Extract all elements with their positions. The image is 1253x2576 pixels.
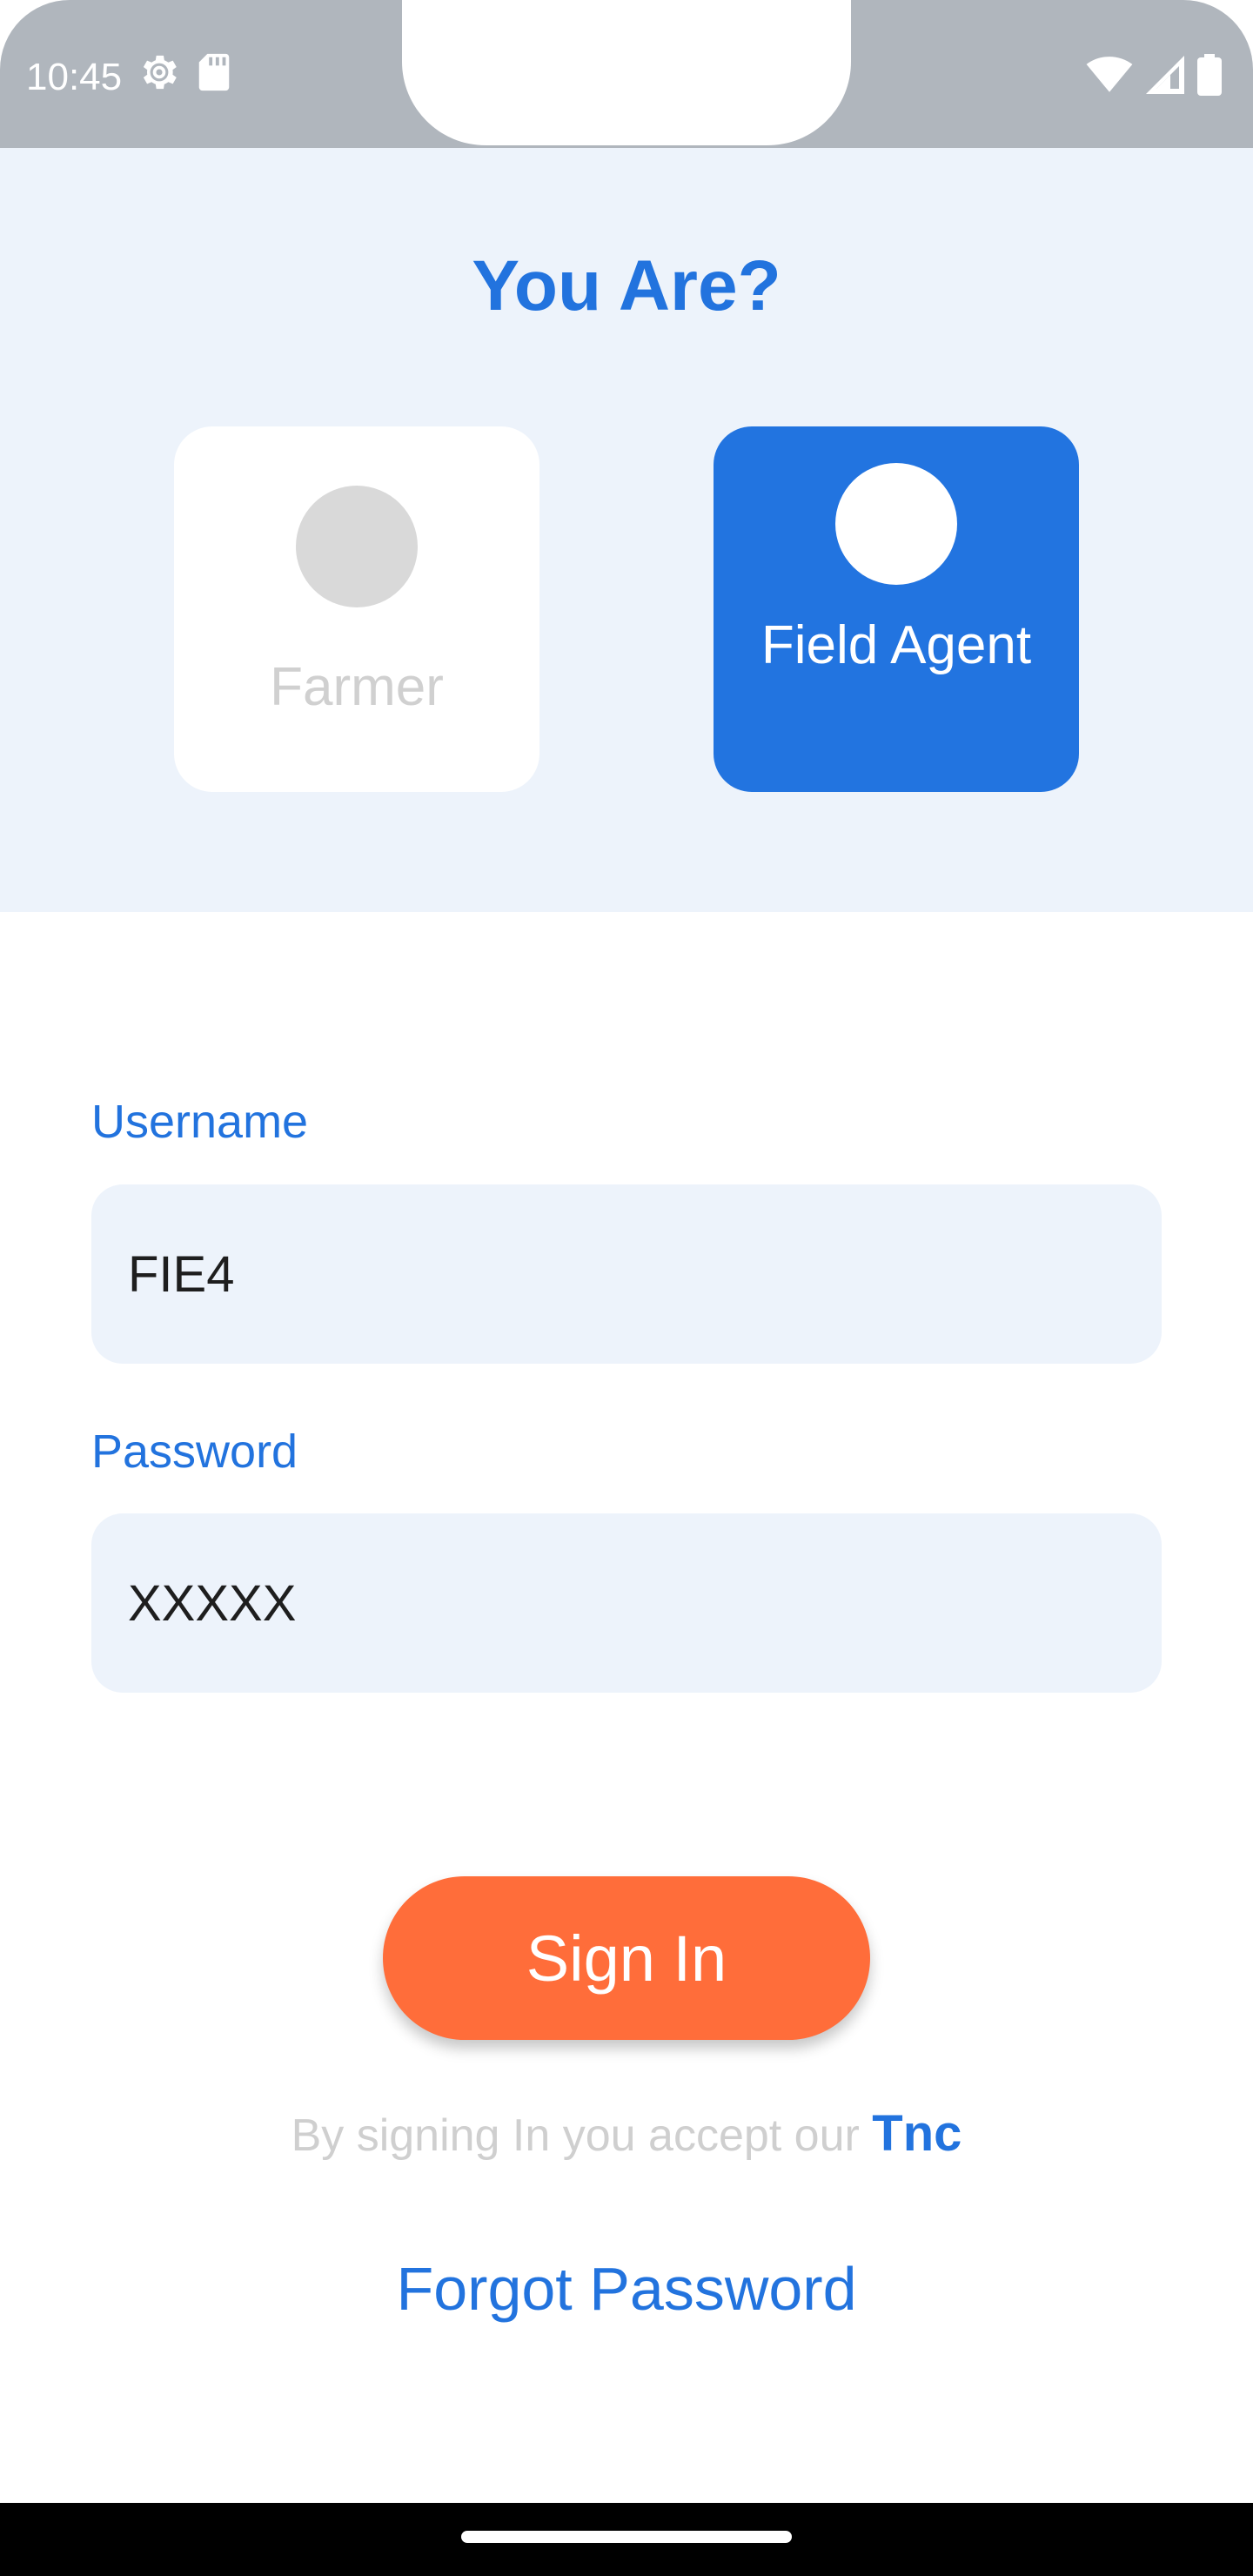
tnc-link[interactable]: Tnc xyxy=(872,2105,962,2162)
home-indicator[interactable] xyxy=(461,2531,792,2543)
wifi-icon xyxy=(1086,56,1133,98)
settings-gear-icon xyxy=(137,50,181,104)
field-agent-avatar-icon xyxy=(835,463,957,585)
battery-icon xyxy=(1197,54,1222,100)
role-selector-section: You Are? Farmer Field Agent xyxy=(0,148,1253,912)
sign-in-button[interactable]: Sign In xyxy=(383,1876,870,2040)
password-value: XXXXX xyxy=(128,1574,297,1632)
forgot-password-link[interactable]: Forgot Password xyxy=(0,2254,1253,2324)
username-value: FIE4 xyxy=(128,1245,235,1303)
sd-card-icon xyxy=(197,52,231,102)
display-notch xyxy=(367,0,886,145)
role-selector-title: You Are? xyxy=(472,246,781,325)
password-field[interactable]: XXXXX xyxy=(91,1513,1162,1693)
password-label: Password xyxy=(91,1426,298,1478)
terms-text: By signing In you accept our xyxy=(291,2110,873,2161)
terms-notice: By signing In you accept our Tnc xyxy=(0,2104,1253,2163)
sign-in-button-label: Sign In xyxy=(526,1922,727,1995)
login-screen: 10:45 You Are? Farmer Field Agent Userna… xyxy=(0,0,1253,2576)
forgot-password-label: Forgot Password xyxy=(396,2255,857,2323)
status-bar-right xyxy=(1086,54,1222,100)
username-label: Username xyxy=(91,1096,309,1148)
status-bar: 10:45 xyxy=(0,0,1253,148)
system-navigation-bar xyxy=(0,2503,1253,2576)
username-field[interactable]: FIE4 xyxy=(91,1184,1162,1364)
farmer-avatar-icon xyxy=(296,486,418,607)
role-option-farmer-label: Farmer xyxy=(270,657,444,717)
cell-signal-icon xyxy=(1145,56,1185,98)
status-time: 10:45 xyxy=(26,55,123,98)
role-option-farmer[interactable]: Farmer xyxy=(174,426,539,792)
role-option-field-agent[interactable]: Field Agent xyxy=(714,426,1079,792)
role-option-field-agent-label: Field Agent xyxy=(761,615,1032,675)
status-bar-left: 10:45 xyxy=(26,50,231,104)
